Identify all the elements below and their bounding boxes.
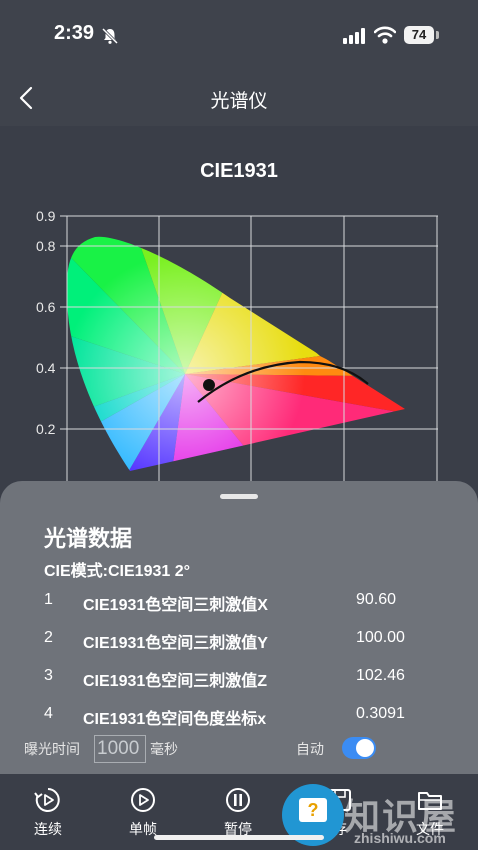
battery-tip bbox=[436, 31, 439, 39]
chromaticity-diagram bbox=[66, 236, 406, 471]
panel-title: 光谱数据 bbox=[44, 526, 133, 551]
continuous-label: 连续 bbox=[34, 821, 62, 837]
watermark: ? 知识屋 zhishiwu.com bbox=[282, 784, 478, 850]
y-tick-label: 0.2 bbox=[36, 421, 56, 437]
continuous-button[interactable]: 连续 bbox=[18, 786, 78, 839]
row-name: CIE1931色空间三刺激值X bbox=[83, 597, 268, 614]
cie-mode-label: CIE模式:CIE1931 2° bbox=[44, 563, 191, 580]
row-value: 102.46 bbox=[356, 667, 405, 684]
wifi-icon bbox=[374, 26, 396, 44]
data-row: 1 CIE1931色空间三刺激值X 90.60 bbox=[0, 585, 478, 615]
home-indicator bbox=[154, 835, 324, 840]
question-monitor-icon: ? bbox=[299, 798, 327, 822]
spectral-data-panel: 光谱数据 CIE模式:CIE1931 2° 1 CIE1931色空间三刺激值X … bbox=[0, 481, 478, 781]
row-index: 4 bbox=[44, 705, 53, 722]
exposure-unit-label: 毫秒 bbox=[150, 741, 178, 757]
exposure-time-label: 曝光时间 bbox=[24, 741, 80, 757]
pause-circle-icon bbox=[226, 788, 250, 812]
row-name: CIE1931色空间三刺激值Z bbox=[83, 673, 268, 690]
y-tick-label: 0.4 bbox=[36, 360, 56, 376]
row-name: CIE1931色空间三刺激值Y bbox=[83, 635, 268, 652]
bell-muted-icon bbox=[101, 27, 119, 45]
battery-indicator: 74 bbox=[404, 26, 434, 44]
nav-bar: 光谱仪 bbox=[0, 70, 478, 126]
y-tick-label: 0.9 bbox=[36, 208, 56, 224]
auto-toggle[interactable] bbox=[342, 737, 376, 759]
toggle-knob bbox=[356, 739, 374, 757]
cie-chart: CIE1931 0.9 0.8 0.6 0.4 0.2 bbox=[0, 126, 478, 506]
row-name: CIE1931色空间色度坐标x bbox=[83, 711, 267, 728]
y-tick-label: 0.6 bbox=[36, 299, 56, 315]
row-value: 90.60 bbox=[356, 591, 397, 608]
data-row: 4 CIE1931色空间色度坐标x 0.3091 bbox=[0, 699, 478, 729]
play-circle-icon bbox=[131, 788, 155, 812]
exposure-time-input[interactable] bbox=[94, 735, 146, 763]
row-index: 3 bbox=[44, 667, 53, 684]
row-index: 1 bbox=[44, 591, 53, 608]
page-title: 光谱仪 bbox=[210, 91, 268, 112]
row-value: 100.00 bbox=[356, 629, 405, 646]
data-row: 3 CIE1931色空间三刺激值Z 102.46 bbox=[0, 661, 478, 691]
drag-handle[interactable] bbox=[220, 494, 258, 499]
loop-play-icon bbox=[34, 788, 60, 812]
signal-icon bbox=[343, 28, 365, 44]
auto-label: 自动 bbox=[296, 741, 324, 757]
chromaticity-point bbox=[203, 379, 215, 391]
single-frame-button[interactable]: 单帧 bbox=[113, 786, 173, 839]
y-tick-label: 0.8 bbox=[36, 238, 56, 254]
pause-button[interactable]: 暂停 bbox=[208, 786, 268, 839]
watermark-url: zhishiwu.com bbox=[354, 830, 446, 846]
single-frame-label: 单帧 bbox=[129, 821, 157, 837]
row-value: 0.3091 bbox=[356, 705, 405, 722]
status-time: 2:39 bbox=[54, 22, 95, 44]
status-bar: 2:39 74 bbox=[0, 0, 478, 70]
row-index: 2 bbox=[44, 629, 53, 646]
chart-svg: 0.9 0.8 0.6 0.4 0.2 bbox=[36, 208, 438, 506]
data-row: 2 CIE1931色空间三刺激值Y 100.00 bbox=[0, 623, 478, 653]
